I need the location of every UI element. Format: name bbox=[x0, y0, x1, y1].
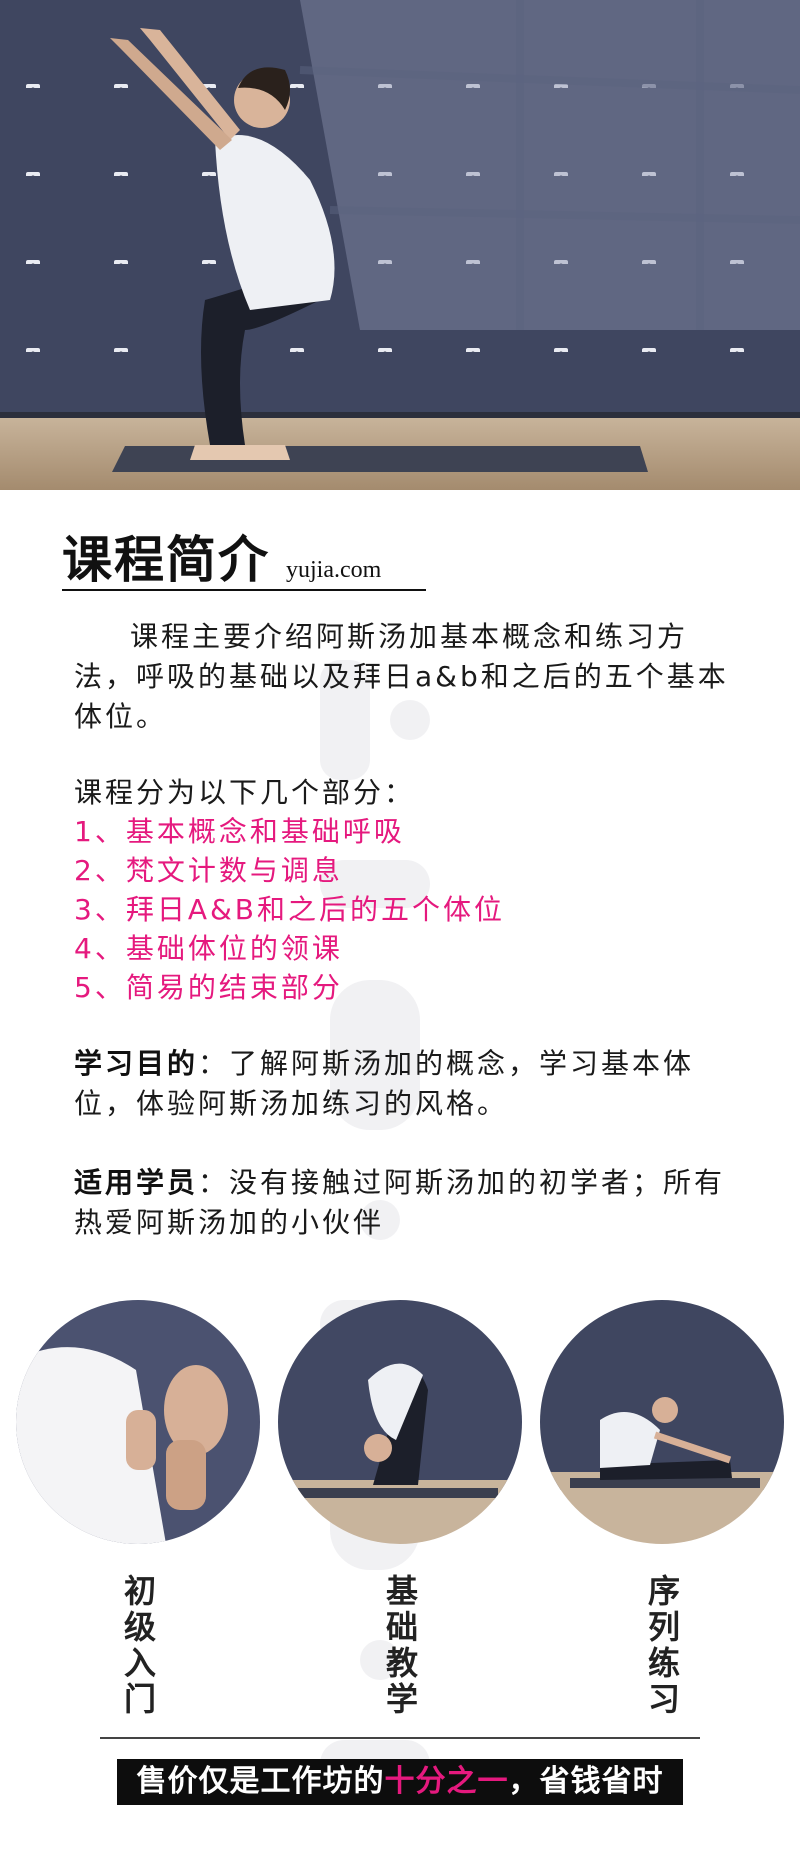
feature-label-sequence: 序列练习 bbox=[643, 1574, 681, 1718]
list-item: 1、基本概念和基础呼吸 bbox=[74, 815, 405, 848]
site-url: yujia.com bbox=[286, 557, 382, 583]
banner-text-after: ，省钱省时 bbox=[508, 1764, 664, 1799]
parts-list: 1、基本概念和基础呼吸 2、梵文计数与调息 3、拜日A&B和之后的五个体位 4、… bbox=[74, 812, 505, 1007]
section-header: 课程简介 yujia.com bbox=[62, 520, 381, 592]
feature-label-basics: 基础教学 bbox=[381, 1574, 419, 1718]
intro-paragraph: 课程主要介绍阿斯汤加基本概念和练习方法，呼吸的基础以及拜日a&b和之后的五个基本… bbox=[74, 620, 729, 733]
title-underline bbox=[62, 589, 426, 591]
parts-heading: 课程分为以下几个部分： bbox=[74, 776, 416, 809]
forward-fold-photo bbox=[278, 1300, 522, 1544]
section-title: 课程简介 bbox=[62, 531, 270, 589]
banner-text-before: 售价仅是工作坊的 bbox=[136, 1764, 385, 1799]
list-item: 2、梵文计数与调息 bbox=[74, 854, 343, 887]
seated-forward-bend-photo bbox=[540, 1300, 784, 1544]
hands-mudra-photo bbox=[16, 1300, 260, 1544]
target-students: 适用学员：没有接触过阿斯汤加的初学者；所有热爱阿斯汤加的小伙伴 bbox=[74, 1163, 744, 1243]
learning-goal: 学习目的：了解阿斯汤加的概念，学习基本体位，体验阿斯汤加练习的风格。 bbox=[74, 1044, 744, 1124]
list-item: 5、简易的结束部分 bbox=[74, 971, 343, 1004]
list-item: 4、基础体位的领课 bbox=[74, 932, 343, 965]
feature-label-beginner: 初级入门 bbox=[119, 1574, 157, 1718]
target-label: 适用学员 bbox=[74, 1166, 199, 1199]
goal-label: 学习目的 bbox=[74, 1047, 199, 1080]
banner-highlight: 十分之一 bbox=[384, 1764, 509, 1799]
hero-photo bbox=[0, 0, 800, 490]
price-banner: 售价仅是工作坊的十分之一，省钱省时 bbox=[117, 1759, 683, 1805]
list-item: 3、拜日A&B和之后的五个体位 bbox=[74, 893, 506, 926]
divider bbox=[100, 1737, 700, 1739]
